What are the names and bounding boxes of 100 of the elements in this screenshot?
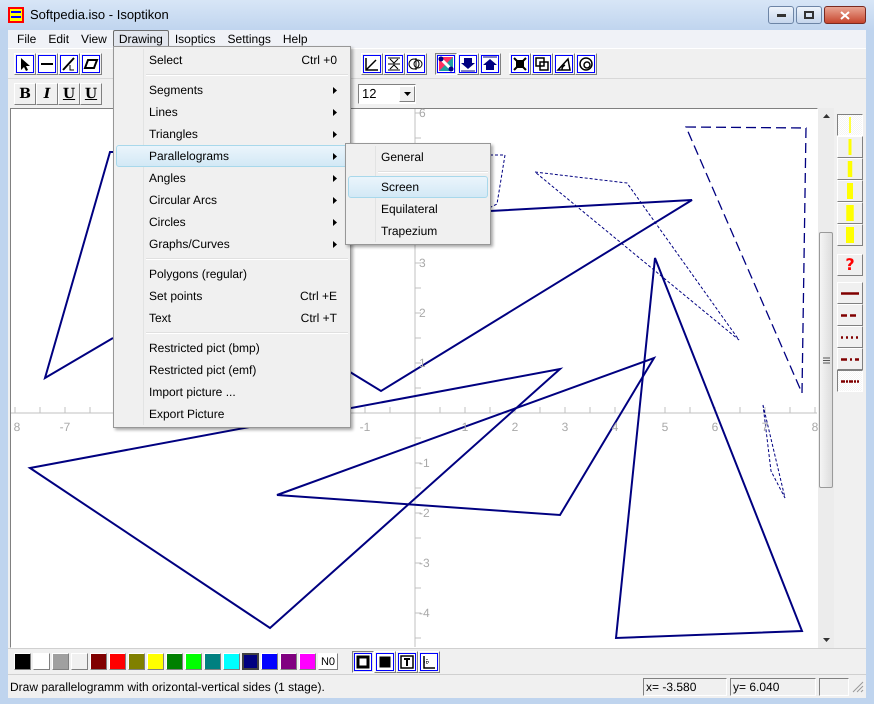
axis-label: -3 [419, 556, 430, 570]
menu-bar-item[interactable]: Settings [222, 30, 277, 48]
status-panel [819, 678, 849, 696]
scroll-down-icon [822, 638, 830, 642]
menu-item[interactable]: Graphs/Curves [116, 233, 348, 255]
line-style-icon [841, 292, 859, 294]
font-size-dropdown[interactable]: 12 [358, 84, 416, 104]
format-button[interactable]: I [36, 82, 58, 104]
axis-label: 2 [419, 306, 426, 320]
submenu-arrow-icon [333, 152, 337, 160]
circles-icon [408, 56, 424, 72]
menu-item[interactable]: Restricted pict (emf) [116, 359, 348, 381]
menu-item[interactable]: Parallelograms [116, 145, 348, 167]
grip-icon [822, 356, 830, 364]
scrollbar-thumb[interactable] [819, 232, 833, 488]
y-coordinate: y= 6.040 [730, 678, 816, 696]
submenu-arrow-icon [333, 86, 337, 94]
menu-item[interactable]: Restricted pict (bmp) [116, 337, 348, 359]
axis-label: 8 [14, 420, 20, 434]
menu-item[interactable]: Polygons (regular) [116, 263, 348, 285]
filled-square-icon [377, 654, 393, 670]
menu-item[interactable]: Export Picture [116, 403, 348, 425]
toolbar-button[interactable] [435, 52, 457, 74]
status-message: Draw parallelogramm with orizontal-vertical sides (1 stage). [9, 678, 326, 696]
menu-item[interactable]: Equilateral [348, 198, 488, 220]
menu-bar-item[interactable]: View [75, 30, 113, 48]
line-thickness-icon [846, 183, 854, 199]
menu-item[interactable]: Segments [116, 79, 348, 101]
format-button[interactable]: B [14, 82, 36, 104]
menu-item[interactable]: Circular Arcs [116, 189, 348, 211]
submenu-arrow-icon [333, 108, 337, 116]
letter-box-icon [399, 654, 415, 670]
angle-icon [364, 56, 380, 72]
triangle-arc-icon [556, 56, 572, 72]
menu-item[interactable]: Circles [116, 211, 348, 233]
dropdown-arrow-icon [404, 92, 410, 96]
maximize-icon [804, 11, 814, 19]
overlapping-squares-icon [534, 56, 550, 72]
maximize-button[interactable] [796, 6, 822, 24]
format-button[interactable]: U [80, 82, 102, 104]
minimize-icon [776, 14, 786, 16]
line-style-icon [841, 336, 859, 338]
axis-label: 6 [712, 420, 718, 434]
line-thickness-icon [846, 227, 854, 243]
line-style-button[interactable] [837, 370, 863, 392]
hollow-square-icon [355, 654, 371, 670]
no-color-button[interactable]: N0 [318, 653, 338, 670]
axis-label: 6 [419, 106, 426, 120]
menu-item[interactable]: Screen [348, 176, 488, 198]
axis-label: -1 [419, 456, 430, 470]
axis-label: 5 [662, 420, 668, 434]
arrow-up-icon [482, 56, 498, 72]
resize-grip-icon [852, 680, 864, 692]
axis-label: 7 [762, 420, 768, 434]
menu-item[interactable]: Import picture ... [116, 381, 348, 403]
axis-label: 2 [512, 420, 518, 434]
axis-label: 8 [812, 420, 818, 434]
menu-item[interactable]: Set points Ctrl +E [116, 285, 348, 307]
toolbar-button[interactable] [352, 650, 374, 672]
submenu-arrow-icon [333, 196, 337, 204]
axis-label: -2 [419, 506, 430, 520]
spiral-icon [578, 56, 594, 72]
menu-item[interactable]: Select Ctrl +0 [116, 49, 348, 71]
arrow-down-icon [460, 56, 476, 72]
axis-label: -1 [360, 420, 370, 434]
menu-item[interactable]: Angles [116, 167, 348, 189]
diagonal-line-icon [61, 56, 77, 72]
menu-item[interactable]: Text Ctrl +T [116, 307, 348, 329]
dotted-line-icon [438, 56, 454, 72]
close-icon [840, 10, 850, 20]
menu-item[interactable]: Triangles [116, 123, 348, 145]
axis-label: 3 [419, 256, 426, 270]
help-button[interactable]: ? [837, 254, 863, 276]
format-button[interactable]: U [58, 82, 80, 104]
menu-bar-item[interactable]: Help [276, 30, 314, 48]
line-style-icon [841, 314, 859, 316]
menu-bar-item[interactable]: File [11, 30, 42, 48]
line-thickness-icon [846, 161, 854, 177]
close-button[interactable] [824, 6, 866, 24]
submenu-arrow-icon [333, 240, 337, 248]
menu-bar-item[interactable]: Isoptics [168, 30, 222, 48]
line-style-icon [841, 358, 859, 360]
color-swatch[interactable] [242, 653, 259, 670]
axis-label: 3 [562, 420, 568, 434]
grid-corner-icon [421, 654, 437, 670]
vertical-scrollbar[interactable] [818, 108, 834, 648]
axis-label: -7 [60, 420, 70, 434]
hourglass-icon [386, 56, 402, 72]
menu-bar-item[interactable]: Edit [42, 30, 76, 48]
minimize-button[interactable] [768, 6, 794, 24]
x-coordinate: x= -3.580 [643, 678, 727, 696]
menu-item[interactable]: General [348, 146, 488, 168]
line-style-icon [841, 380, 859, 382]
line-thickness-icon [846, 205, 854, 221]
menu-item[interactable]: Trapezium [348, 220, 488, 242]
dotted-outline [490, 154, 506, 208]
scroll-up-icon [822, 114, 830, 118]
cross-icon [512, 56, 528, 72]
line-width-button[interactable] [837, 114, 863, 136]
window-title: Softpedia.iso - Isoptikon [30, 6, 170, 24]
